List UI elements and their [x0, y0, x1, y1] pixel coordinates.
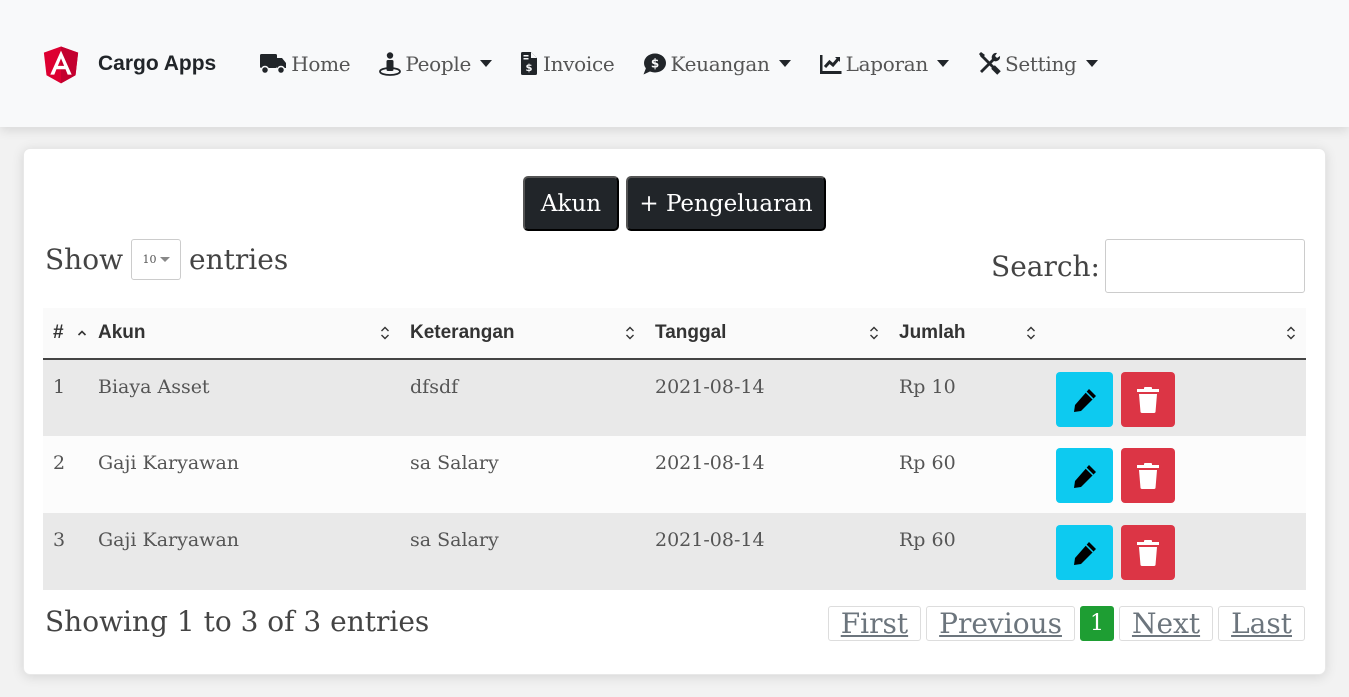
column-header-keterangan[interactable]: Keterangan [400, 308, 645, 359]
cell-tanggal: 2021-08-14 [655, 376, 765, 398]
entries-per-page-select[interactable]: 10 [131, 239, 182, 280]
pen-icon [1073, 464, 1096, 488]
navbar: Cargo Apps Home People $ Invoice $ Keuan… [0, 0, 1349, 127]
sort-both-icon [626, 326, 634, 340]
nav-label-setting: Setting [1004, 51, 1077, 76]
nav-item-invoice[interactable]: $ Invoice [521, 51, 615, 76]
brand[interactable]: Cargo Apps [38, 40, 216, 88]
length-suffix: entries [189, 243, 289, 276]
cell-jumlah: Rp 60 [899, 529, 956, 551]
nav-label-home: Home [291, 51, 351, 76]
pagination: First Previous 1 Next Last [823, 606, 1305, 641]
sort-ascending-icon [77, 330, 86, 336]
cell-akun: Biaya Asset [98, 376, 210, 398]
nav-label-people: People [405, 51, 471, 76]
pen-icon [1073, 388, 1096, 412]
nav-label-invoice: Invoice [543, 51, 615, 76]
chevron-down-icon [936, 60, 949, 67]
pagination-next[interactable]: Next [1118, 606, 1214, 641]
cell-tanggal: 2021-08-14 [655, 529, 765, 551]
trash-icon [1137, 462, 1160, 489]
cell-number: 1 [53, 376, 66, 398]
nav-item-laporan[interactable]: Laporan [819, 51, 949, 76]
cell-actions [1046, 359, 1306, 436]
chart-line-icon [819, 54, 842, 74]
cell-tanggal: 2021-08-14 [655, 452, 765, 474]
edit-button[interactable] [1056, 525, 1113, 580]
cell-jumlah: Rp 60 [899, 452, 956, 474]
entries-length-control: Show 10 entries [45, 239, 288, 280]
sort-both-icon [870, 326, 878, 340]
sort-both-icon [1027, 326, 1035, 340]
edit-button[interactable] [1056, 372, 1113, 427]
file-invoice-dollar-icon: $ [521, 52, 537, 75]
cell-akun: Gaji Karyawan [98, 529, 240, 551]
tools-icon [978, 52, 1001, 75]
column-header-tanggal[interactable]: Tanggal [645, 308, 889, 359]
pengeluaran-card: Akun + Pengeluaran Show 10 entries Searc… [23, 148, 1326, 675]
cell-actions [1046, 513, 1306, 590]
trash-icon [1137, 539, 1160, 566]
truck-icon [260, 53, 287, 74]
chevron-down-icon [480, 60, 492, 67]
street-view-icon [379, 51, 402, 76]
brand-name: Cargo Apps [98, 51, 217, 75]
akun-button[interactable]: Akun [523, 176, 619, 231]
column-header-number[interactable]: # [43, 308, 88, 359]
table-info: Showing 1 to 3 of 3 entries [45, 605, 430, 638]
pen-icon [1073, 541, 1096, 565]
pagination-previous[interactable]: Previous [926, 606, 1075, 641]
trash-icon [1137, 386, 1160, 413]
delete-button[interactable] [1121, 372, 1176, 427]
nav-item-keuangan[interactable]: $ Keuangan [643, 51, 791, 76]
column-header-jumlah[interactable]: Jumlah [889, 308, 1046, 359]
pengeluaran-table: # Akun Keterangan Tanggal Jumlah 1 Biaya… [43, 308, 1306, 590]
add-pengeluaran-button[interactable]: + Pengeluaran [626, 176, 826, 231]
edit-button[interactable] [1056, 448, 1113, 503]
nav-item-people[interactable]: People [379, 52, 492, 76]
cell-jumlah: Rp 10 [899, 376, 956, 398]
chevron-down-icon [1085, 60, 1098, 67]
cell-number: 3 [53, 529, 66, 551]
search-control: Search: [991, 239, 1305, 293]
main-nav: Home People $ Invoice $ Keuangan Laporan… [260, 52, 1126, 76]
cell-keterangan: sa Salary [410, 529, 499, 551]
table-row: 2 Gaji Karyawan sa Salary 2021-08-14 Rp … [43, 436, 1306, 513]
chevron-down-icon [778, 60, 791, 67]
column-header-akun[interactable]: Akun [88, 308, 400, 359]
entries-per-page-value: 10 [142, 253, 157, 266]
search-label: Search: [991, 249, 1100, 283]
svg-text:$: $ [526, 63, 533, 74]
nav-label-keuangan: Keuangan [670, 51, 770, 76]
table-header-row: # Akun Keterangan Tanggal Jumlah [43, 308, 1306, 359]
cell-akun: Gaji Karyawan [98, 452, 240, 474]
table-row: 3 Gaji Karyawan sa Salary 2021-08-14 Rp … [43, 513, 1306, 590]
angular-logo-icon [43, 46, 79, 83]
pagination-page-current[interactable]: 1 [1079, 606, 1114, 641]
chevron-down-icon [159, 257, 170, 262]
cell-keterangan: sa Salary [410, 452, 499, 474]
delete-button[interactable] [1121, 525, 1176, 580]
nav-item-setting[interactable]: Setting [978, 52, 1098, 76]
column-header-actions[interactable] [1046, 308, 1306, 359]
sort-both-icon [1287, 326, 1295, 340]
cell-keterangan: dfsdf [410, 376, 459, 398]
sort-both-icon [381, 326, 389, 340]
pagination-first[interactable]: First [827, 606, 922, 641]
comment-dollar-icon: $ [643, 53, 667, 74]
nav-label-laporan: Laporan [845, 51, 929, 76]
pagination-last[interactable]: Last [1218, 606, 1305, 641]
nav-item-home[interactable]: Home [260, 51, 351, 76]
delete-button[interactable] [1121, 448, 1176, 503]
length-prefix: Show [45, 243, 124, 276]
search-input[interactable] [1105, 239, 1305, 293]
cell-number: 2 [53, 452, 66, 474]
table-row: 1 Biaya Asset dfsdf 2021-08-14 Rp 10 [43, 359, 1306, 436]
svg-text:$: $ [651, 56, 659, 70]
cell-actions [1046, 436, 1306, 513]
